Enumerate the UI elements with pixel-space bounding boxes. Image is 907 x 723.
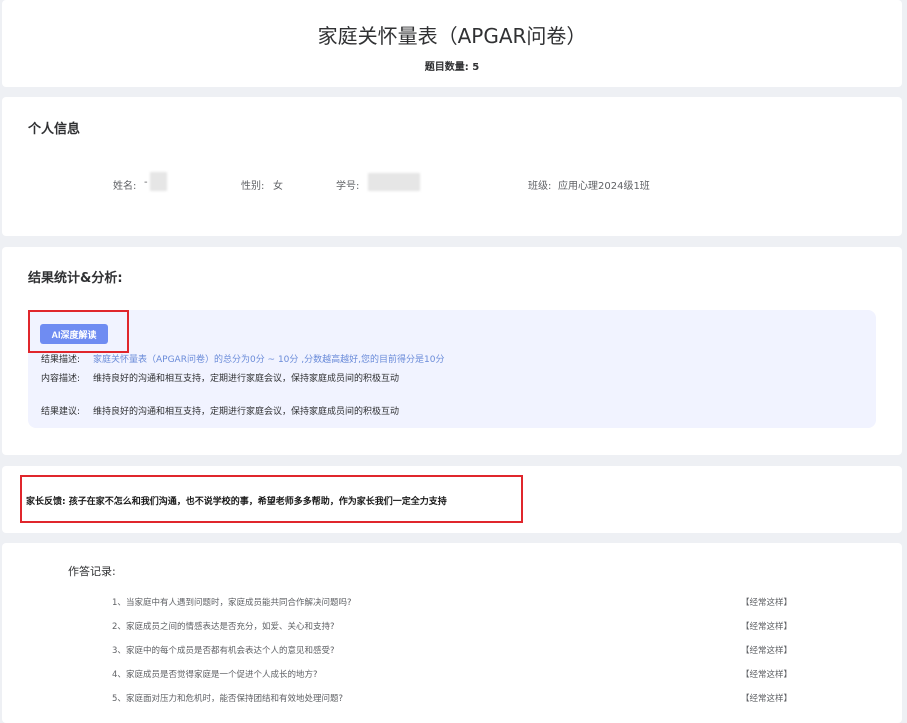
result-section-title: 结果统计&分析: [28,271,123,286]
record-row: 3、 家庭中的每个成员是否都有机会表达个人的意见和感受? 【经常这样】 [0,644,900,660]
record-number: 2、 [112,622,126,632]
ai-deep-analysis-button[interactable]: AI深度解读 [40,324,108,344]
record-question: 家庭成员是否觉得家庭是一个促进个人成长的地方? [126,670,318,680]
class-value: 应用心理2024级1班 [558,181,650,192]
record-question: 当家庭中有人遇到问题时，家庭成员能共同合作解决问题吗? [126,598,352,608]
result-card [2,247,902,455]
name-value: - [144,177,148,188]
name-redaction [150,172,167,191]
question-count-label: 题目数量: [424,62,469,73]
student-id-label: 学号: [336,181,360,192]
result-description-label: 结果描述: [41,355,81,365]
record-answer: 【经常这样】 [741,622,793,632]
result-suggestion-label: 结果建议: [41,407,81,417]
answer-records-title: 作答记录: [68,565,116,578]
record-row: 2、 家庭成员之间的情感表达是否充分，如爱、关心和支持? 【经常这样】 [0,620,900,636]
header-card: 家庭关怀量表（APGAR问卷） 题目数量: 5 [2,0,902,87]
record-answer: 【经常这样】 [741,646,793,656]
record-answer: 【经常这样】 [741,670,793,680]
record-question: 家庭成员之间的情感表达是否充分，如爱、关心和支持? [126,622,335,632]
gender-value: 女 [273,181,283,192]
record-row: 4、 家庭成员是否觉得家庭是一个促进个人成长的地方? 【经常这样】 [0,668,900,684]
record-number: 1、 [112,598,126,608]
question-count: 题目数量: 5 [2,58,902,73]
question-count-value: 5 [472,62,480,73]
record-answer: 【经常这样】 [741,694,793,704]
student-id-redaction [368,173,420,191]
record-question: 家庭面对压力和危机时，能否保持团结和有效地处理问题? [126,694,344,704]
record-number: 5、 [112,694,126,704]
class-label: 班级: [528,181,552,192]
personal-info-title: 个人信息 [28,122,81,137]
record-answer: 【经常这样】 [741,598,793,608]
record-row: 1、 当家庭中有人遇到问题时，家庭成员能共同合作解决问题吗? 【经常这样】 [0,596,900,612]
content-description-label: 内容描述: [41,374,81,384]
name-label: 姓名: [113,181,137,192]
record-row: 5、 家庭面对压力和危机时，能否保持团结和有效地处理问题? 【经常这样】 [0,692,900,708]
record-number: 3、 [112,646,126,656]
result-suggestion-value: 维持良好的沟通和相互支持，定期进行家庭会议，保持家庭成员间的积极互动 [93,407,400,417]
gender-label: 性别: [241,181,265,192]
record-number: 4、 [112,670,126,680]
page-title: 家庭关怀量表（APGAR问卷） [317,24,587,48]
personal-info-card [2,97,902,236]
parent-feedback: 家长反馈: 孩子在家不怎么和我们沟通，也不说学校的事，希望老师多多帮助，作为家长… [26,497,447,507]
content-description-value: 维持良好的沟通和相互支持，定期进行家庭会议，保持家庭成员间的积极互动 [93,374,400,384]
record-question: 家庭中的每个成员是否都有机会表达个人的意见和感受? [126,646,335,656]
result-description-value: 家庭关怀量表（APGAR问卷）的总分为0分 ~ 10分 ,分数越高越好,您的目前… [93,355,445,365]
